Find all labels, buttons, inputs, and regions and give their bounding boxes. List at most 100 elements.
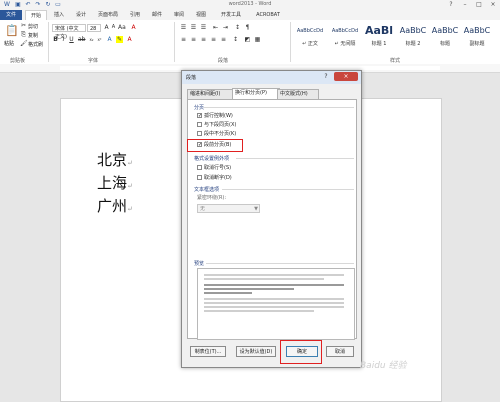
tab-file[interactable]: 文件: [0, 10, 22, 20]
font-name-select[interactable]: 宋体 (中文正⽂): [52, 24, 86, 40]
tab-developer[interactable]: 开发工具: [216, 10, 246, 20]
dialog-close-button[interactable]: ×: [334, 72, 358, 81]
increase-indent-icon[interactable]: ⇥: [222, 24, 229, 31]
widow-control-checkbox[interactable]: ✓ 孤行控制(W): [197, 113, 233, 120]
format-painter-icon[interactable]: 🖌: [20, 40, 28, 47]
doc-line-text: 北京: [97, 151, 128, 169]
bold-icon[interactable]: B: [52, 36, 59, 43]
highlight-icon[interactable]: ✎: [116, 36, 123, 43]
doc-line-3[interactable]: 广州↵: [97, 195, 133, 216]
keep-lines-together-checkbox[interactable]: 段中不分页(K): [197, 131, 236, 138]
set-default-button[interactable]: 设为默认值(D): [236, 346, 276, 357]
dont-hyphenate-checkbox[interactable]: 取消断字(D): [197, 175, 232, 182]
refresh-icon[interactable]: ↻: [44, 1, 52, 8]
cut-button[interactable]: 剪切: [28, 23, 38, 30]
tab-design[interactable]: 设计: [72, 10, 90, 20]
style-no-spacing[interactable]: AaBbCcDd ↵ 无间隔: [328, 22, 362, 55]
dialog-title-bar[interactable]: 段落 ? ×: [182, 71, 361, 84]
style-title[interactable]: AaBbC 标题: [428, 22, 462, 55]
style-normal[interactable]: AaBbCcDd ↵ 正文: [293, 22, 327, 55]
doc-line-2[interactable]: 上海↵: [97, 172, 133, 193]
decrease-indent-icon[interactable]: ⇤: [212, 24, 219, 31]
tab-references[interactable]: 引用: [126, 10, 144, 20]
ribbon-separator: [174, 22, 175, 62]
cut-icon[interactable]: ✂: [20, 22, 27, 29]
checkbox-box[interactable]: [197, 122, 202, 127]
tab-mailings[interactable]: 邮件: [148, 10, 166, 20]
styles-group-label: 样式: [390, 58, 401, 64]
save-icon[interactable]: ▣: [14, 1, 22, 8]
checkbox-box[interactable]: [197, 131, 202, 136]
preview-line: [204, 298, 344, 300]
justify-icon[interactable]: ≡: [210, 36, 217, 43]
preview-line: [204, 292, 252, 294]
tabs-button[interactable]: 制表位(T)...: [190, 346, 226, 357]
bullets-icon[interactable]: ☰: [180, 24, 187, 31]
maximize-icon[interactable]: □: [472, 0, 486, 10]
dialog-help-button[interactable]: ?: [320, 72, 332, 81]
align-center-icon[interactable]: ≡: [190, 36, 197, 43]
numbering-icon[interactable]: ☰: [190, 24, 197, 31]
suppress-line-numbers-checkbox[interactable]: 取消行号(S): [197, 165, 231, 172]
align-right-icon[interactable]: ≡: [200, 36, 207, 43]
paste-button[interactable]: 粘贴: [4, 40, 14, 47]
tab-insert[interactable]: 插入: [50, 10, 68, 20]
tab-indents-spacing[interactable]: 缩进和间距(I): [187, 89, 235, 99]
shading-icon[interactable]: ◩: [244, 36, 251, 43]
strikethrough-icon[interactable]: ab: [78, 36, 86, 43]
align-left-icon[interactable]: ≡: [180, 36, 187, 43]
tab-review[interactable]: 审阅: [170, 10, 188, 20]
copy-button[interactable]: 复制: [28, 32, 38, 39]
font-color-icon[interactable]: A: [126, 36, 133, 43]
style-heading-1[interactable]: AaBl 标题 1: [362, 22, 396, 55]
superscript-icon[interactable]: x²: [96, 36, 103, 43]
checkbox-box[interactable]: [197, 175, 202, 180]
multilevel-list-icon[interactable]: ☰: [200, 24, 207, 31]
grow-font-icon[interactable]: A: [103, 24, 110, 31]
paragraph-mark: ↵: [127, 182, 133, 190]
option-label: 段中不分页(K): [204, 131, 237, 137]
section-divider: [236, 158, 354, 159]
distributed-icon[interactable]: ≡: [220, 36, 227, 43]
tab-page-layout[interactable]: 页面布局: [94, 10, 122, 20]
sort-icon[interactable]: ↕: [234, 24, 241, 31]
style-heading-2[interactable]: AaBbC 标题 2: [396, 22, 430, 55]
font-size-select[interactable]: 28: [87, 24, 101, 32]
tab-view[interactable]: 视图: [192, 10, 210, 20]
tight-wrap-select[interactable]: 无 ▼: [197, 204, 260, 213]
tab-line-page-breaks[interactable]: 换行和分页(P): [232, 88, 280, 99]
checkbox-box[interactable]: [197, 165, 202, 170]
borders-icon[interactable]: ▦: [254, 36, 261, 43]
line-spacing-icon[interactable]: ↕: [232, 36, 239, 43]
cancel-button[interactable]: 取消: [326, 346, 354, 357]
text-effects-icon[interactable]: A: [106, 36, 113, 43]
minimize-icon[interactable]: –: [458, 0, 472, 10]
tab-asian-typography[interactable]: 中文版式(H): [277, 89, 319, 99]
close-window-icon[interactable]: ×: [486, 0, 500, 10]
keep-with-next-checkbox[interactable]: 与下段同页(X): [197, 122, 236, 129]
tab-acrobat[interactable]: ACROBAT: [252, 10, 284, 20]
style-name: 标题 1: [371, 41, 387, 47]
underline-icon[interactable]: U: [68, 36, 75, 43]
open-icon[interactable]: ▭: [54, 1, 62, 8]
show-marks-icon[interactable]: ¶: [244, 24, 251, 31]
style-sample: AaBbCcDd: [296, 28, 324, 34]
redo-icon[interactable]: ↷: [34, 1, 42, 8]
subscript-icon[interactable]: x₂: [88, 36, 95, 43]
copy-icon[interactable]: ⎘: [20, 31, 27, 38]
ribbon-tabs: 文件 开始 插入 设计 页面布局 引用 邮件 审阅 视图 开发工具 ACROBA…: [0, 10, 500, 21]
shrink-font-icon[interactable]: A: [110, 24, 117, 31]
style-subtitle[interactable]: AaBbC 副标题: [460, 22, 494, 55]
format-painter-button[interactable]: 格式刷: [28, 41, 43, 48]
highlight-box: [187, 139, 243, 152]
help-icon[interactable]: ?: [444, 0, 458, 10]
clear-format-icon[interactable]: A: [130, 24, 137, 31]
italic-icon[interactable]: I: [60, 36, 67, 43]
change-case-icon[interactable]: Aa: [118, 24, 126, 31]
style-name: 标题 2: [405, 41, 421, 47]
paste-icon[interactable]: 📋: [5, 24, 19, 38]
doc-line-1[interactable]: 北京↵: [97, 149, 133, 170]
preview-line: [204, 288, 294, 290]
checkbox-box[interactable]: ✓: [197, 113, 202, 119]
undo-icon[interactable]: ↶: [24, 1, 32, 8]
